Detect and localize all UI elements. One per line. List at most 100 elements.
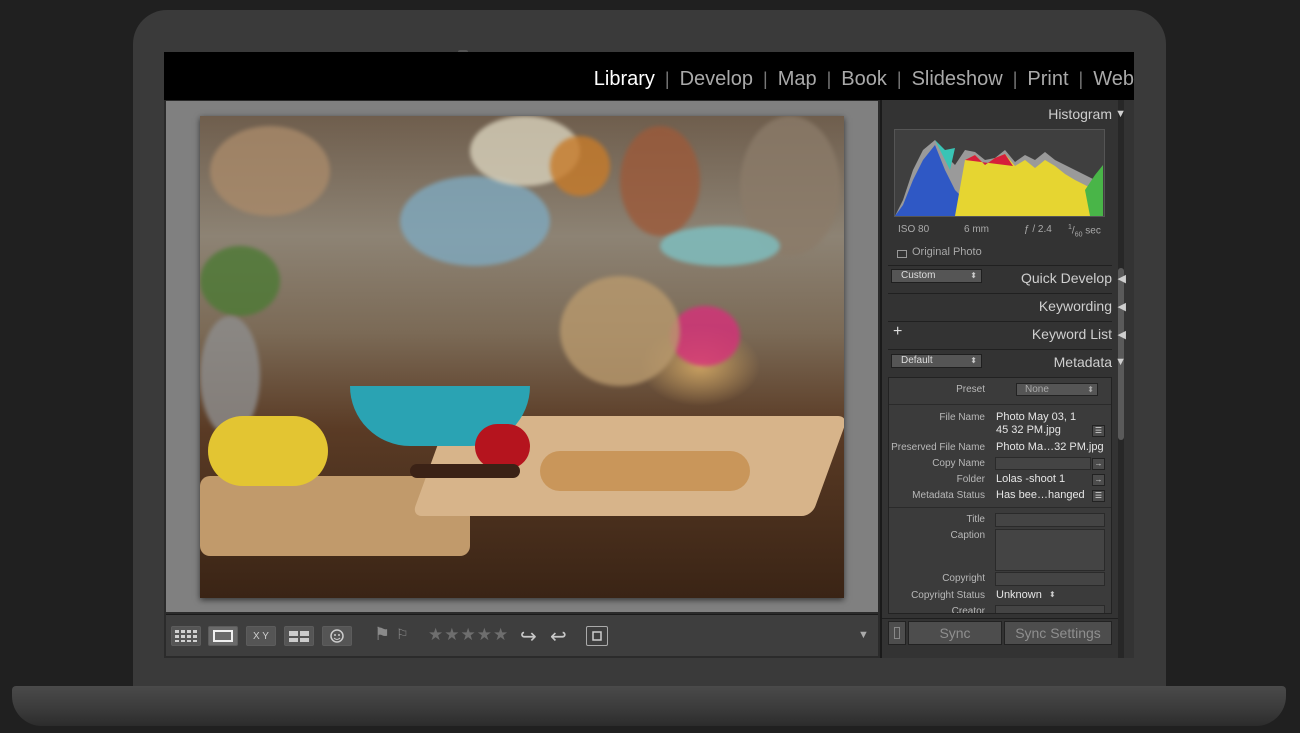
module-separator: | [896,69,902,89]
loupe-icon [213,630,233,642]
creator-field[interactable] [995,605,1105,613]
module-map[interactable]: Map [778,68,817,91]
collapse-icon[interactable]: ▼ [1115,108,1126,120]
stepper-icon: ⬍ [970,271,977,280]
quick-develop-preset-select[interactable]: Custom ⬍ [891,269,982,283]
flag-icon[interactable]: ⚑ [374,624,390,645]
stepper-icon: ⬍ [1087,385,1094,394]
metadata-divider [889,404,1111,405]
add-keyword-icon[interactable]: + [893,323,902,341]
people-icon [330,629,344,643]
sync-button[interactable]: Sync [908,621,1002,645]
library-toolbar: X Y ⚑ ⚐ ★★★★★ ↪ ↩ ▼ [166,614,878,656]
laptop-base [12,686,1286,726]
metadata-divider [889,507,1111,508]
copyright-status-label: Copyright Status [911,590,985,601]
histogram-shutter: 1/60 sec [1068,224,1101,239]
copyright-field[interactable] [995,572,1105,586]
expand-icon[interactable]: ◀ [1118,300,1126,313]
histogram-focal-length: 6 mm [964,224,989,235]
panel-divider [888,265,1112,266]
module-web[interactable]: Web [1093,68,1134,91]
switch-icon [894,627,900,639]
quick-develop-title[interactable]: Quick Develop [1021,270,1112,286]
right-panel: Histogram ▼ ISO 80 6 mm ƒ / 2.4 1/60 sec… [880,100,1134,658]
histogram-chart [894,129,1105,217]
grid-view-button[interactable] [171,626,201,646]
keyword-list-title[interactable]: Keyword List [1032,326,1112,342]
sync-toggle-switch[interactable] [888,621,906,645]
metadata-status-label: Metadata Status [912,490,985,501]
preserved-file-name-value: Photo Ma…32 PM.jpg [996,441,1104,453]
copyright-status-value[interactable]: Unknown [996,589,1042,601]
histogram-graph [895,140,1103,216]
rename-icon[interactable]: ☰ [1092,425,1105,437]
keywording-title[interactable]: Keywording [1039,298,1112,314]
module-library[interactable]: Library [594,68,655,91]
expand-icon[interactable]: ◀ [1118,328,1126,341]
quick-develop-preset-value: Custom [901,270,936,281]
reject-flag-icon[interactable]: ⚐ [396,626,409,643]
rotate-left-icon[interactable]: ↪ [520,624,537,649]
grid-icon [175,630,197,642]
module-slideshow[interactable]: Slideshow [912,68,1003,91]
copy-name-field[interactable] [995,457,1091,470]
module-book[interactable]: Book [841,68,887,91]
metadata-preset-dropdown[interactable]: None ⬍ [1016,383,1098,396]
metadata-preset-value: Default [901,355,933,366]
metadata-preset-select[interactable]: Default ⬍ [891,354,982,368]
survey-view-button[interactable] [284,626,314,646]
compare-view-button[interactable]: X Y [246,626,276,646]
copy-name-label: Copy Name [932,458,985,469]
title-label: Title [966,514,985,525]
original-photo-checkbox[interactable] [897,250,907,258]
compare-icon: X Y [253,630,269,642]
collapse-icon[interactable]: ▼ [1115,356,1126,368]
loupe-view [166,101,878,612]
crop-icon [592,631,602,641]
expand-icon[interactable]: ◀ [1118,272,1126,285]
survey-icon [289,630,309,642]
sync-bar: Sync Sync Settings [882,618,1118,658]
module-separator: | [664,69,670,89]
histogram-iso: ISO 80 [898,224,930,235]
preset-label: Preset [956,384,985,395]
lightroom-window: Library | Develop | Map | Book | Slidesh… [164,52,1134,658]
panel-scrollbar-thumb[interactable] [1118,268,1124,440]
file-name-line2[interactable]: 45 32 PM.jpg [996,424,1061,436]
rotate-right-icon[interactable]: ↩ [550,624,567,649]
metadata-title[interactable]: Metadata [1054,354,1112,370]
histogram-aperture: ƒ / 2.4 [1024,224,1052,235]
metadata-preset-selected: None [1025,384,1049,395]
stepper-icon[interactable]: ⬍ [1049,590,1056,599]
chevron-down-icon[interactable]: ▼ [858,629,869,641]
sync-settings-label: Sync Settings [1015,625,1101,641]
people-view-button[interactable] [322,626,352,646]
shutter-numerator: 1 [1068,224,1072,231]
shutter-denominator: 60 [1074,231,1083,239]
histogram-title[interactable]: Histogram [1048,106,1112,122]
folder-value: Lolas -shoot 1 [996,473,1066,485]
metadata-panel: Preset None ⬍ File Name Photo May 03, 1 … [888,377,1112,614]
arrow-right-icon[interactable]: → [1092,474,1105,486]
creator-label: Creator [951,606,985,614]
status-menu-icon[interactable]: ☰ [1092,490,1105,502]
loupe-view-button[interactable] [208,626,238,646]
module-picker: Library | Develop | Map | Book | Slidesh… [594,68,1134,91]
star-rating[interactable]: ★★★★★ [428,625,509,645]
module-develop[interactable]: Develop [680,68,753,91]
module-separator: | [826,69,832,89]
arrow-right-icon[interactable]: → [1092,458,1105,470]
module-picker-bar: Library | Develop | Map | Book | Slidesh… [164,52,1134,100]
sync-settings-button[interactable]: Sync Settings [1004,621,1112,645]
main-photo[interactable] [200,116,844,598]
panel-divider [888,349,1112,350]
title-field[interactable] [995,513,1105,527]
shutter-unit: sec [1085,225,1101,237]
metadata-status-value: Has bee…hanged [996,489,1085,501]
module-print[interactable]: Print [1027,68,1068,91]
caption-field[interactable] [995,529,1105,571]
sync-button-label: Sync [939,625,971,641]
file-name-line1[interactable]: Photo May 03, 1 [996,411,1076,423]
crop-button[interactable] [586,626,608,646]
